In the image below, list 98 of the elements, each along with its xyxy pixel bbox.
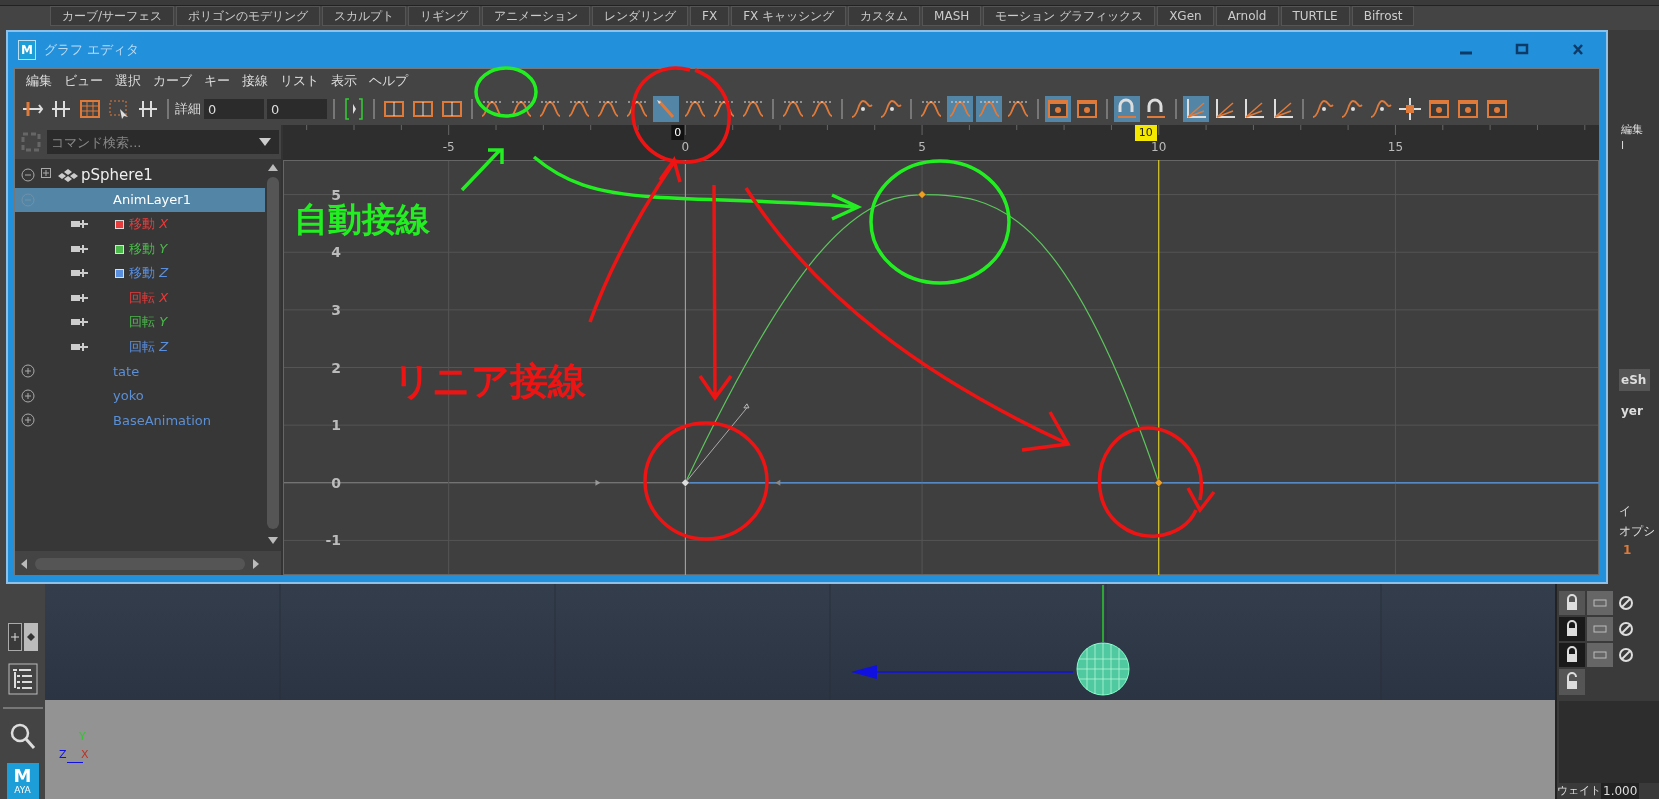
layer-toggle-icon[interactable]	[1587, 591, 1613, 615]
key-button[interactable]: 1	[1623, 543, 1632, 557]
shelf-tab[interactable]: カスタム	[848, 6, 921, 26]
y-axis-line	[1102, 584, 1104, 643]
menu-item[interactable]: カーブ	[148, 72, 197, 90]
channel-label[interactable]: 回転 Z	[129, 337, 169, 356]
layer-label[interactable]: BaseAnimation	[113, 412, 211, 428]
unlock-icon[interactable]	[1559, 669, 1585, 695]
shelf-tab[interactable]: アニメーション	[482, 6, 591, 26]
panel-label: l	[1621, 138, 1625, 154]
annotation-text: リニア接線	[393, 358, 586, 404]
menu-item[interactable]: リスト	[275, 72, 324, 90]
tangent-marker-icon	[775, 479, 781, 486]
value-field[interactable]: 0	[204, 99, 264, 119]
weight-label: ウェイト	[1557, 783, 1601, 799]
shelf-tab[interactable]: Arnold	[1215, 6, 1279, 26]
app-logo: M	[18, 40, 36, 60]
time-ruler[interactable]	[283, 125, 1599, 160]
tree-item-label[interactable]: pSphere1	[81, 166, 153, 185]
value-tick-label: 0	[331, 474, 341, 491]
channel-label[interactable]: 回転 Y	[129, 313, 168, 332]
menu-item[interactable]: 選択	[110, 72, 146, 90]
value-field[interactable]: 0	[267, 99, 327, 119]
lock-icon[interactable]	[1559, 643, 1585, 667]
add-icon[interactable]	[7, 623, 22, 651]
layer-label[interactable]: AnimLayer1	[113, 192, 191, 208]
value-tick-label: 5	[331, 186, 341, 203]
layer-label[interactable]: yoko	[113, 388, 144, 404]
weight-field[interactable]: 1.000	[1601, 783, 1640, 799]
shelf-tab[interactable]: MASH	[922, 6, 982, 26]
window-title: グラフ エディタ	[44, 41, 140, 59]
annotation-arrow	[460, 148, 504, 192]
shelf-tab[interactable]: TURTLE	[1280, 6, 1350, 26]
polygon-shape-icon	[57, 168, 79, 183]
menu-item[interactable]: 表示	[326, 72, 362, 90]
shelf-tab[interactable]: ポリゴンのモデリング	[176, 6, 321, 26]
plug-icon[interactable]	[71, 317, 89, 328]
tangent-marker-icon	[595, 479, 601, 486]
shelf-tab[interactable]: FX	[690, 6, 730, 26]
value-tick-label: -1	[325, 532, 341, 549]
frame-tick-label: 0	[681, 140, 690, 154]
plug-icon[interactable]	[71, 292, 89, 303]
selected-tree-row[interactable]: AnimLayer1	[15, 187, 265, 212]
expand-toggle-icon[interactable]	[21, 413, 35, 428]
plus-box-icon[interactable]	[41, 168, 51, 178]
start-frame-marker[interactable]: 0	[671, 125, 685, 140]
frame-tick-label: -5	[442, 140, 455, 154]
value-tick-label: 3	[331, 301, 341, 318]
plug-icon[interactable]	[71, 219, 89, 230]
panel-label: yer	[1621, 403, 1643, 419]
shelf-tab[interactable]: レンダリング	[592, 6, 689, 26]
shelf-tab[interactable]: XGen	[1157, 6, 1214, 26]
lock-icon[interactable]	[1559, 591, 1585, 615]
expand-toggle-icon[interactable]	[21, 364, 35, 379]
annotation-text: 自動接線	[294, 200, 430, 238]
window-icon[interactable]	[1045, 96, 1071, 122]
layer-toggle-icon[interactable]	[1587, 617, 1613, 641]
search-icon[interactable]	[8, 721, 37, 751]
panel-label[interactable]: オプシ	[1619, 523, 1655, 539]
panel-label: 編集	[1621, 122, 1643, 138]
menu-item[interactable]: ヘルプ	[364, 72, 413, 90]
plug-icon[interactable]	[71, 341, 89, 352]
outliner-icon[interactable]	[7, 663, 38, 695]
shelf-tab[interactable]: リギング	[408, 6, 481, 26]
layer-label[interactable]: tate	[113, 363, 140, 379]
value-tick-label: 2	[331, 359, 341, 376]
shelf-tab[interactable]: スカルプト	[322, 6, 407, 26]
sphere-wireframe	[1076, 642, 1130, 696]
detail-label: 詳細	[175, 100, 201, 118]
frame-tick-label: 15	[1387, 140, 1404, 154]
expand-toggle-icon[interactable]	[21, 388, 35, 403]
expand-toggle-icon[interactable]	[21, 168, 35, 183]
annotation-circle	[474, 66, 538, 118]
menu-item[interactable]: ビュー	[59, 72, 108, 90]
frame-tick-label: 5	[918, 140, 926, 154]
frame-tick-label: 10	[1151, 140, 1167, 154]
plug-icon[interactable]	[71, 268, 89, 279]
move-icon[interactable]	[1397, 96, 1423, 122]
search-field[interactable]: コマンド検索...	[47, 130, 279, 154]
current-frame-marker[interactable]: 10	[1134, 125, 1157, 141]
lock-icon[interactable]	[1559, 617, 1585, 641]
menu-item[interactable]: 接線	[237, 72, 273, 90]
shelf-tab[interactable]: Bifrost	[1351, 6, 1415, 26]
channel-label[interactable]: 移動 Z	[129, 264, 169, 283]
layer-toggle-icon[interactable]	[1587, 643, 1613, 667]
channel-label[interactable]: 移動 Y	[129, 239, 168, 258]
axis-gizmo: Y Z X	[58, 730, 90, 765]
value-tick-label: 4	[331, 244, 341, 261]
menu-item[interactable]: 編集	[21, 72, 57, 90]
menu-item[interactable]: キー	[199, 72, 235, 90]
value-tick-label: 1	[331, 417, 341, 434]
shelf-tab[interactable]: モーション グラフィックス	[983, 6, 1156, 26]
shelf-tab[interactable]: カーブ/サーフェス	[50, 6, 175, 26]
plug-icon[interactable]	[71, 243, 89, 254]
shelf-tab[interactable]: FX キャッシング	[731, 6, 847, 26]
panel-label: eSh	[1619, 369, 1651, 391]
dropdown-caret-icon[interactable]	[259, 138, 271, 146]
panel-label[interactable]: イ	[1619, 503, 1631, 519]
